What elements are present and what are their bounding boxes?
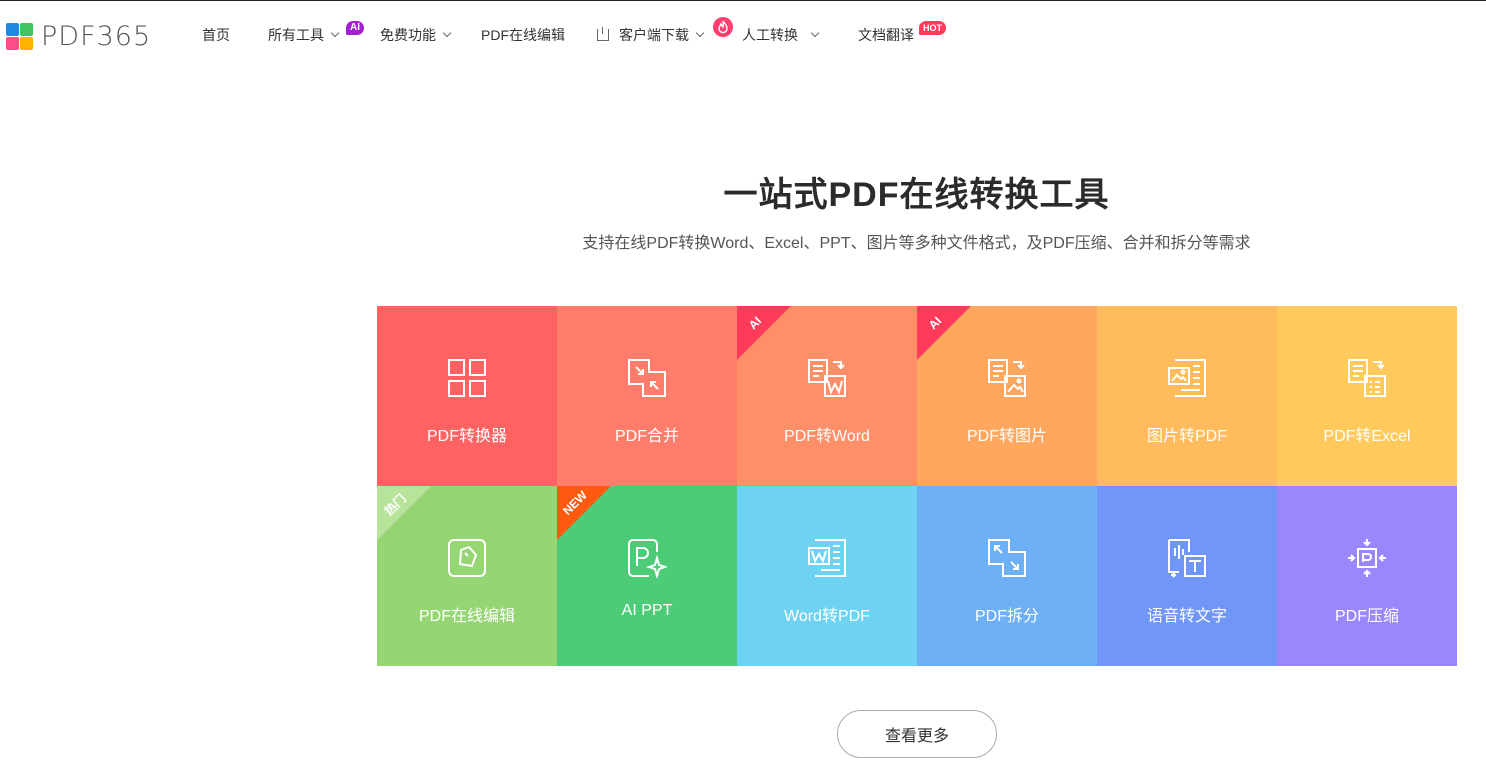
tool-pdf-to-excel[interactable]: PDF转Excel <box>1277 306 1457 486</box>
chevron-down-icon <box>442 28 452 38</box>
tool-pdf-compress[interactable]: PDF压缩 <box>1277 486 1457 666</box>
nav-client-download[interactable]: 客户端下载 <box>597 25 705 45</box>
chevron-down-icon <box>695 28 705 38</box>
nav-doc-translate-label: 文档翻译 <box>858 27 914 43</box>
tool-grid: PDF转换器 PDF合并 AI PDF转Word AI PDF转图片 图片转PD… <box>377 306 1457 666</box>
hero-subtitle: 支持在线PDF转换Word、Excel、PPT、图片等多种文件格式，及PDF压缩… <box>582 235 1251 252</box>
tool-pdf-online-edit[interactable]: 热门 PDF在线编辑 <box>377 486 557 666</box>
word-to-pdf-icon <box>808 539 846 577</box>
nav-home[interactable]: 首页 <box>202 25 230 45</box>
edit-icon <box>448 539 486 577</box>
nav-pdf-online-edit[interactable]: PDF在线编辑 <box>481 25 565 45</box>
compress-icon <box>1348 539 1386 577</box>
tool-label: 语音转文字 <box>1146 608 1227 625</box>
logo[interactable]: PDF365 <box>6 21 151 52</box>
tool-label: 图片转PDF <box>1146 428 1227 445</box>
tool-label: AI PPT <box>621 602 673 619</box>
image-to-pdf-icon <box>1168 359 1206 397</box>
hero-title: 一站式PDF在线转换工具 <box>723 176 1110 214</box>
tool-pdf-to-image[interactable]: AI PDF转图片 <box>917 306 1097 486</box>
nav-pdf-online-edit-label: PDF在线编辑 <box>481 27 565 43</box>
nav-free-features[interactable]: 免费功能 <box>380 25 452 45</box>
grid-icon <box>448 359 486 397</box>
chevron-down-icon <box>330 28 340 38</box>
nav-client-download-label: 客户端下载 <box>619 27 689 43</box>
split-icon <box>988 539 1026 577</box>
ai-badge: AI <box>346 21 364 35</box>
merge-icon <box>628 359 666 397</box>
nav-all-tools-label: 所有工具 <box>268 27 324 43</box>
tool-label: Word转PDF <box>784 608 870 625</box>
tool-word-to-pdf[interactable]: Word转PDF <box>737 486 917 666</box>
tool-label: PDF转Word <box>784 428 870 445</box>
tool-label: PDF压缩 <box>1334 608 1399 625</box>
tool-label: PDF转图片 <box>966 428 1047 445</box>
header: PDF365 首页 所有工具 AI 免费功能 PDF在线编辑 客户端下载 人工转… <box>0 1 1486 69</box>
logo-icon <box>6 23 33 50</box>
pdf-to-image-icon <box>988 359 1026 397</box>
tool-ai-ppt[interactable]: NEW AI PPT <box>557 486 737 666</box>
nav-free-features-label: 免费功能 <box>380 27 436 43</box>
pdf-to-word-icon <box>808 359 846 397</box>
nav-doc-translate[interactable]: 文档翻译 <box>858 25 914 45</box>
hot-badge: HOT <box>919 21 946 35</box>
tool-speech-to-text[interactable]: 语音转文字 <box>1097 486 1277 666</box>
tool-pdf-to-word[interactable]: AI PDF转Word <box>737 306 917 486</box>
ai-ppt-icon <box>628 539 667 578</box>
tool-label: PDF转Excel <box>1323 428 1411 445</box>
fire-icon <box>713 17 733 37</box>
nav-manual-convert[interactable]: 人工转换 <box>742 25 820 45</box>
nav-manual-convert-label: 人工转换 <box>742 27 798 43</box>
nav-all-tools[interactable]: 所有工具 <box>268 25 340 45</box>
tool-pdf-converter[interactable]: PDF转换器 <box>377 306 557 486</box>
tool-label: PDF转换器 <box>426 428 507 445</box>
logo-text: PDF365 <box>41 21 152 52</box>
tool-pdf-merge[interactable]: PDF合并 <box>557 306 737 486</box>
nav-home-label: 首页 <box>202 27 230 43</box>
tool-image-to-pdf[interactable]: 图片转PDF <box>1097 306 1277 486</box>
speech-to-text-icon <box>1168 539 1206 578</box>
chevron-down-icon <box>810 28 820 38</box>
tool-label: PDF在线编辑 <box>418 608 515 625</box>
download-icon <box>597 27 609 41</box>
tool-label: PDF拆分 <box>974 608 1039 625</box>
tool-label: PDF合并 <box>614 428 679 445</box>
view-more-button[interactable]: 查看更多 <box>837 710 997 758</box>
tool-pdf-split[interactable]: PDF拆分 <box>917 486 1097 666</box>
pdf-to-excel-icon <box>1348 359 1386 397</box>
